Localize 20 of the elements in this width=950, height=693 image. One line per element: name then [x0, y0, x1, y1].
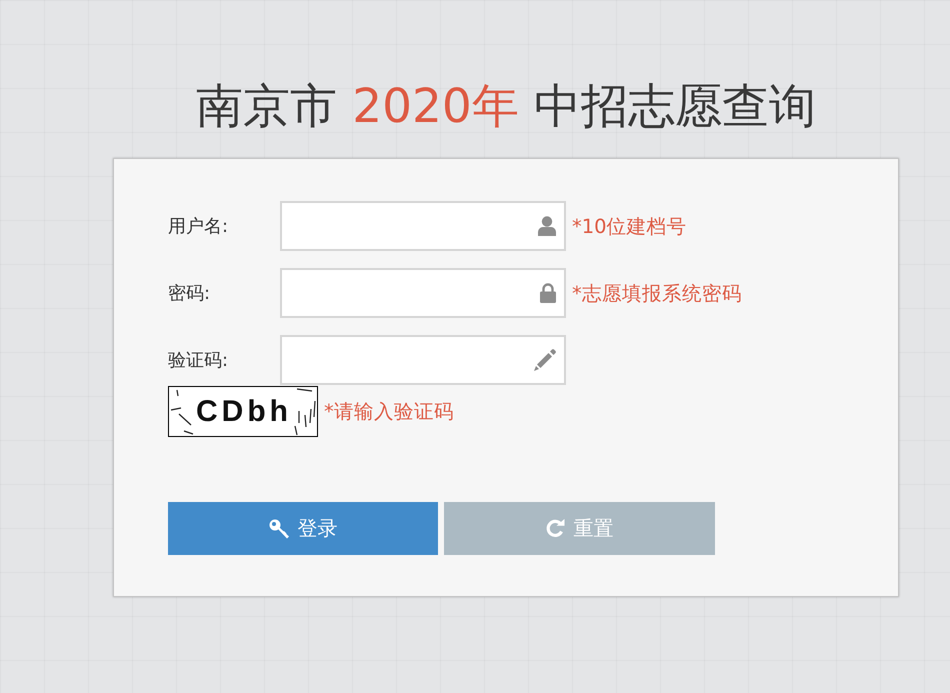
password-field[interactable]: [280, 268, 566, 318]
key-icon: [268, 518, 288, 538]
field-label: 密码:: [168, 282, 212, 305]
username-field[interactable]: [280, 201, 566, 251]
lock-icon: [540, 283, 556, 303]
captcha-text: CDbh: [196, 396, 292, 426]
field-hint: *10位建档号: [572, 214, 687, 240]
noise-lines-drawing: [294, 388, 315, 434]
pencil-icon: [534, 349, 556, 371]
field-label: 验证码:: [168, 349, 230, 372]
user-icon: [538, 216, 556, 236]
refresh-icon: [546, 519, 564, 538]
field-hint: *志愿填报系统密码: [572, 280, 742, 306]
reset-button[interactable]: 重置: [444, 502, 715, 555]
page-title: 南京市 2020年 中招志愿查询: [195, 78, 817, 136]
field-label: 用户名:: [168, 215, 230, 238]
captcha-hint: *请输入验证码: [324, 399, 454, 425]
noise-lines-drawing: [171, 390, 193, 434]
captcha-field[interactable]: [280, 335, 566, 385]
submit-button[interactable]: 登录: [168, 502, 438, 555]
